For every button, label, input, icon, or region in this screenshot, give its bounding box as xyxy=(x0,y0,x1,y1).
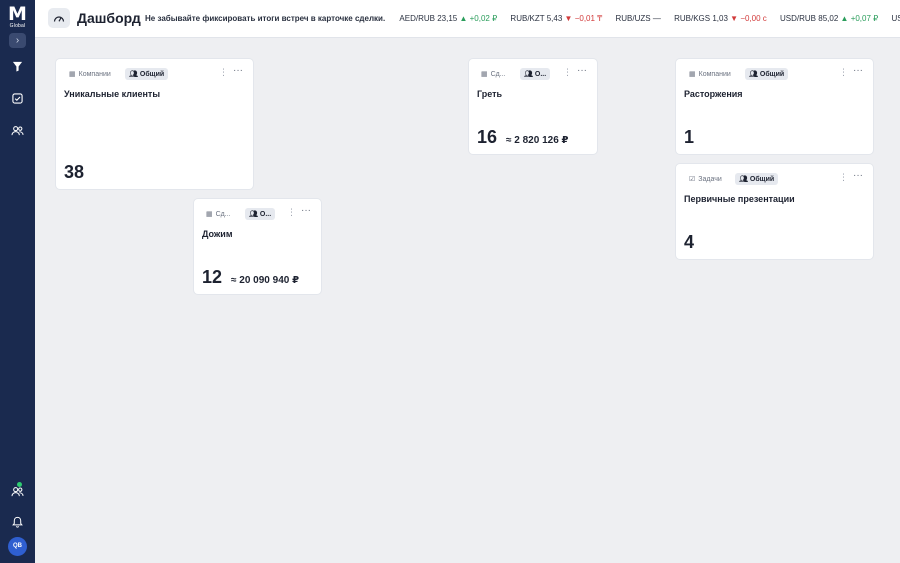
team-icon xyxy=(11,487,24,497)
widget-title: Расторжения xyxy=(684,89,743,99)
widget-type-tag: ▦ Компании xyxy=(69,70,111,79)
more-options-icon[interactable]: ··· xyxy=(301,205,311,216)
rate-usd-rub: USD/RUB 85,02 ▲ +0,07 ₽ xyxy=(780,14,879,23)
widget-value: 16 xyxy=(477,127,498,147)
more-options-icon[interactable]: ··· xyxy=(853,65,863,76)
widget-scope-tag: 👥︎ Общий xyxy=(745,68,789,80)
rate-aed-rub: AED/RUB 23,15 ▲ +0,02 ₽ xyxy=(399,14,498,23)
widget-value: 1 xyxy=(684,127,695,147)
widget-type-tag: ▦ Сд... xyxy=(206,210,231,219)
filter-button[interactable] xyxy=(8,57,27,76)
handshake-icon: ▦ xyxy=(481,71,488,78)
drag-handle-icon[interactable]: ⋮ xyxy=(563,67,572,78)
more-options-icon[interactable]: ··· xyxy=(853,170,863,181)
logo[interactable]: M Global xyxy=(6,3,29,30)
widget-title: Греть xyxy=(477,89,503,99)
building-icon: ▦ xyxy=(69,71,76,78)
widget-card[interactable]: ▦ Компании 👥︎ Общий ⋮ ··· Уникальные клие… xyxy=(55,58,254,190)
users-icon xyxy=(11,126,24,136)
group-icon: 👥︎ xyxy=(749,71,758,78)
chevron-right-icon: › xyxy=(15,35,20,46)
rate-rub-kzt: RUB/KZT 5,43 ▼ −0,01 ₸ xyxy=(510,14,603,23)
widget-card[interactable]: ☑ Задачи 👥︎ Общий ⋮ ··· Первичные презент… xyxy=(675,163,874,260)
arrow-up-icon: ▲ xyxy=(459,14,468,23)
page-title: Дашборд xyxy=(77,10,141,26)
widget-title: Уникальные клиенты xyxy=(64,89,161,99)
contacts-button[interactable] xyxy=(8,121,27,140)
user-avatar[interactable]: QB xyxy=(8,537,27,556)
drag-handle-icon[interactable]: ⋮ xyxy=(287,207,296,218)
drag-handle-icon[interactable]: ⋮ xyxy=(839,67,848,78)
notifications-button[interactable] xyxy=(8,512,27,531)
widget-value: 12 xyxy=(202,267,223,287)
more-options-icon[interactable]: ··· xyxy=(233,65,243,76)
tasks-button[interactable] xyxy=(8,89,27,108)
rate-rub-kgs: RUB/KGS 1,03 ▼ −0,00 c xyxy=(674,14,767,23)
logo-letter: M xyxy=(8,3,27,25)
handshake-icon: ▦ xyxy=(206,211,213,218)
building-icon: ▦ xyxy=(689,71,696,78)
bell-icon xyxy=(12,516,23,528)
widget-scope-tag: 👥︎ Общий xyxy=(735,173,779,185)
widget-value: 38 xyxy=(64,162,85,182)
arrow-down-icon: ▼ xyxy=(564,14,573,23)
arrow-down-icon: ▼ xyxy=(730,14,739,23)
group-icon: 👥︎ xyxy=(524,71,533,78)
sidebar: M Global › QB xyxy=(0,0,35,563)
arrow-up-icon: ▲ xyxy=(840,14,849,23)
currency-ticker: Не забывайте фиксировать итоги встреч в … xyxy=(145,14,900,23)
group-icon: 👥︎ xyxy=(249,211,258,218)
widget-card[interactable]: ▦ Сд... 👥︎ О... ⋮ ··· Дожим 12 ≈ 20 090 9… xyxy=(193,198,322,295)
widget-scope-tag: 👥︎ Общий xyxy=(125,68,169,80)
widget-card[interactable]: ▦ Сд... 👥︎ О... ⋮ ··· Греть 16 ≈ 2 820 12… xyxy=(468,58,598,155)
rate-rub-uzs: RUB/UZS — xyxy=(615,14,661,23)
widget-title: Первичные презентации xyxy=(684,194,795,204)
online-status-dot xyxy=(17,482,22,487)
widget-type-tag: ▦ Компании xyxy=(689,70,731,79)
dashboard-menu-button[interactable] xyxy=(48,8,70,28)
group-icon: 👥︎ xyxy=(739,176,748,183)
widget-value: 4 xyxy=(684,232,695,252)
widget-type-tag: ▦ Сд... xyxy=(481,70,506,79)
ticker-notice: Не забывайте фиксировать итоги встреч в … xyxy=(145,14,386,23)
widget-scope-tag: 👥︎ О... xyxy=(520,68,551,80)
drag-handle-icon[interactable]: ⋮ xyxy=(839,172,848,183)
header: Дашборд Не забывайте фиксировать итоги в… xyxy=(35,0,900,38)
tasks-check-icon xyxy=(12,93,23,104)
drag-handle-icon[interactable]: ⋮ xyxy=(219,67,228,78)
widget-scope-tag: 👥︎ О... xyxy=(245,208,276,220)
expand-sidebar-button[interactable]: › xyxy=(9,33,26,48)
widget-title: Дожим xyxy=(202,229,233,239)
filter-icon xyxy=(12,61,23,72)
widget-type-tag: ☑ Задачи xyxy=(689,175,722,184)
group-icon: 👥︎ xyxy=(129,71,138,78)
widget-sum: ≈ 2 820 126 ₽ xyxy=(506,135,569,146)
rate-usd-eur: USD/EUR xyxy=(891,14,900,23)
more-options-icon[interactable]: ··· xyxy=(577,65,587,76)
speedometer-icon xyxy=(53,16,65,22)
tasks-icon: ☑ xyxy=(689,176,696,183)
widget-card[interactable]: ▦ Компании 👥︎ Общий ⋮ ··· Расторжения 1 xyxy=(675,58,874,155)
widget-sum: ≈ 20 090 940 ₽ xyxy=(231,275,300,286)
